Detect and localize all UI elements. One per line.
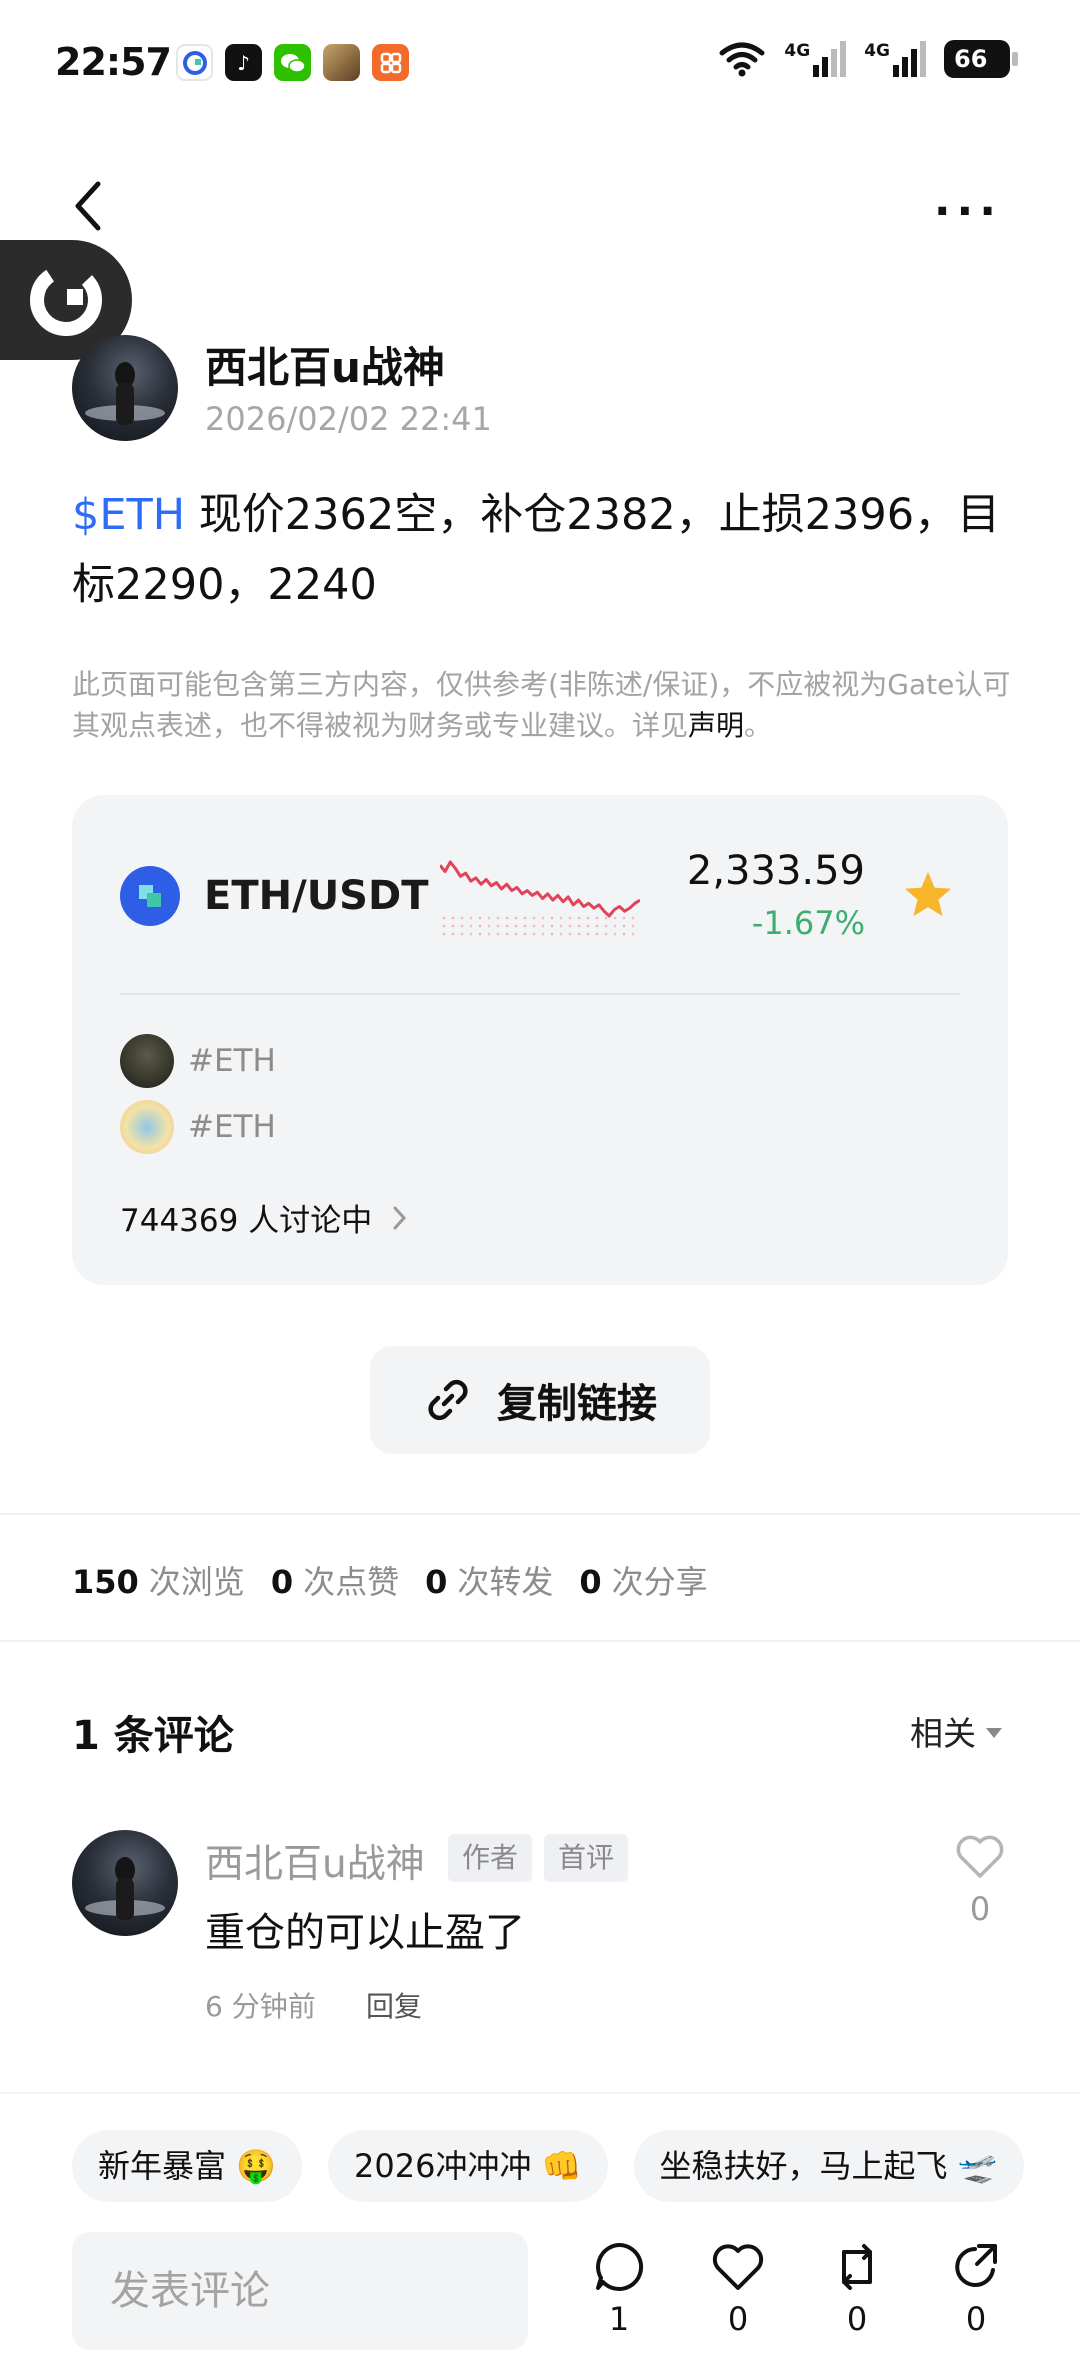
heart-icon	[712, 2244, 764, 2290]
stat-views-label: 次浏览	[148, 1563, 245, 1601]
wifi-icon	[719, 42, 765, 77]
section-divider	[0, 1513, 1080, 1515]
price-change: -1.67%	[751, 904, 865, 942]
comment-action[interactable]: 1	[584, 2240, 654, 2338]
topic-tag-label: #ETH	[188, 1043, 276, 1079]
topic-avatar	[120, 1034, 174, 1088]
stat-reposts-count: 0	[425, 1563, 448, 1601]
commenter-avatar[interactable]	[72, 1830, 178, 1936]
like-action[interactable]: 0	[703, 2240, 773, 2338]
stat-reposts: 0 次转发	[425, 1557, 553, 1603]
share-count: 0	[965, 2300, 987, 2338]
app-grid-icon	[372, 44, 409, 81]
quick-reply-chips: 新年暴富 🤑 2026冲冲冲 👊 坐稳扶好，马上起飞 🛫	[72, 2130, 1024, 2202]
status-time: 22:57	[55, 40, 172, 84]
back-arrow-icon[interactable]	[64, 176, 114, 236]
stat-likes-label: 次点赞	[303, 1563, 400, 1601]
comment-like-count: 0	[969, 1890, 991, 1928]
more-options-icon[interactable]: ···	[934, 186, 1002, 237]
comment-bubble-icon	[596, 2242, 644, 2291]
game-app-icon	[323, 44, 360, 81]
wechat-icon	[274, 44, 311, 81]
card-divider	[120, 993, 960, 995]
comment-time: 6 分钟前	[205, 1990, 316, 2023]
signal-4g-icon-2: 4G	[864, 41, 926, 77]
quick-chip[interactable]: 新年暴富 🤑	[72, 2130, 303, 2202]
topic-tag-row[interactable]: #ETH	[120, 1034, 276, 1088]
topic-avatar	[120, 1100, 174, 1154]
comment-count: 1	[608, 2300, 630, 2338]
stat-likes-count: 0	[270, 1563, 294, 1601]
caret-down-icon	[986, 1728, 1002, 1738]
first-comment-badge: 首评	[544, 1834, 629, 1882]
stat-reposts-label: 次转发	[457, 1563, 554, 1601]
post-body: 现价2362空，补仓2382，止损2396，目标2290，2240	[72, 490, 1001, 610]
reply-button[interactable]: 回复	[366, 1985, 422, 2025]
repost-action[interactable]: 0	[822, 2240, 892, 2338]
author-name[interactable]: 西北百u战神	[205, 334, 445, 395]
share-action[interactable]: 0	[941, 2240, 1011, 2338]
copy-link-button[interactable]: 复制链接	[370, 1346, 710, 1454]
comment-text: 重仓的可以止盈了	[205, 1910, 525, 1956]
topic-tag-label: #ETH	[188, 1109, 276, 1145]
disclaimer-text: 此页面可能包含第三方内容，仅供参考(非陈述/保证)，不应被视为Gate认可其观点…	[72, 664, 1012, 746]
discussion-count-label: 744369 人讨论中	[120, 1203, 373, 1239]
link-icon	[428, 1379, 468, 1421]
post-content: $ETH 现价2362空，补仓2382，止损2396，目标2290，2240	[72, 480, 1012, 620]
stat-views-count: 150	[72, 1563, 139, 1601]
status-app-icons: ♪	[176, 44, 409, 81]
like-count: 0	[727, 2300, 749, 2338]
quick-chip[interactable]: 2026冲冲冲 👊	[328, 2130, 608, 2202]
post-stats: 150 次浏览 0 次点赞 0 次转发 0 次分享	[72, 1557, 708, 1603]
favorite-star-icon[interactable]	[900, 868, 956, 924]
signal-4g-icon: 4G	[784, 41, 847, 77]
battery-indicator: 66	[944, 40, 1018, 78]
share-icon	[955, 2244, 997, 2287]
quick-chip[interactable]: 坐稳扶好，马上起飞 🛫	[633, 2130, 1024, 2202]
disclaimer-link[interactable]: 声明	[688, 709, 744, 742]
disclaimer-body: 此页面可能包含第三方内容，仅供参考(非陈述/保证)，不应被视为Gate认可其观点…	[72, 668, 1011, 742]
network-label-1: 4G	[784, 41, 811, 61]
stat-shares-count: 0	[579, 1563, 602, 1601]
gate-logo-icon	[30, 264, 102, 336]
post-ticker-tag[interactable]: $ETH	[72, 490, 185, 540]
comment-sort-dropdown[interactable]: 相关	[910, 1707, 1002, 1755]
sort-label: 相关	[910, 1714, 976, 1753]
stat-likes: 0 次点赞	[271, 1557, 399, 1603]
stat-shares-label: 次分享	[611, 1563, 708, 1601]
post-timestamp: 2026/02/02 22:41	[205, 400, 492, 438]
chevron-right-icon	[393, 1206, 407, 1229]
copy-link-label: 复制链接	[497, 1381, 657, 1427]
repost-icon	[842, 2244, 872, 2290]
discussion-count[interactable]: 744369 人讨论中	[120, 1195, 408, 1240]
commenter-name[interactable]: 西北百u战神	[205, 1833, 425, 1889]
comment-like-heart-icon[interactable]	[954, 1832, 1006, 1880]
author-avatar[interactable]	[72, 335, 178, 441]
comment-input[interactable]: 发表评论	[72, 2232, 528, 2350]
section-divider	[0, 1640, 1080, 1642]
comments-title: 1 条评论	[72, 1713, 234, 1759]
status-indicators: 4G 4G 66	[718, 40, 1018, 78]
network-label-2: 4G	[864, 41, 890, 61]
topic-tag-row[interactable]: #ETH	[120, 1100, 276, 1154]
tiktok-icon: ♪	[225, 44, 262, 81]
repost-count: 0	[846, 2300, 868, 2338]
gate-app-icon	[176, 44, 213, 81]
last-price: 2,333.59	[686, 848, 865, 894]
disclaimer-end: 。	[744, 709, 773, 742]
stat-views: 150 次浏览	[72, 1557, 245, 1603]
stat-shares: 0 次分享	[579, 1557, 707, 1603]
author-badge: 作者	[448, 1834, 533, 1882]
